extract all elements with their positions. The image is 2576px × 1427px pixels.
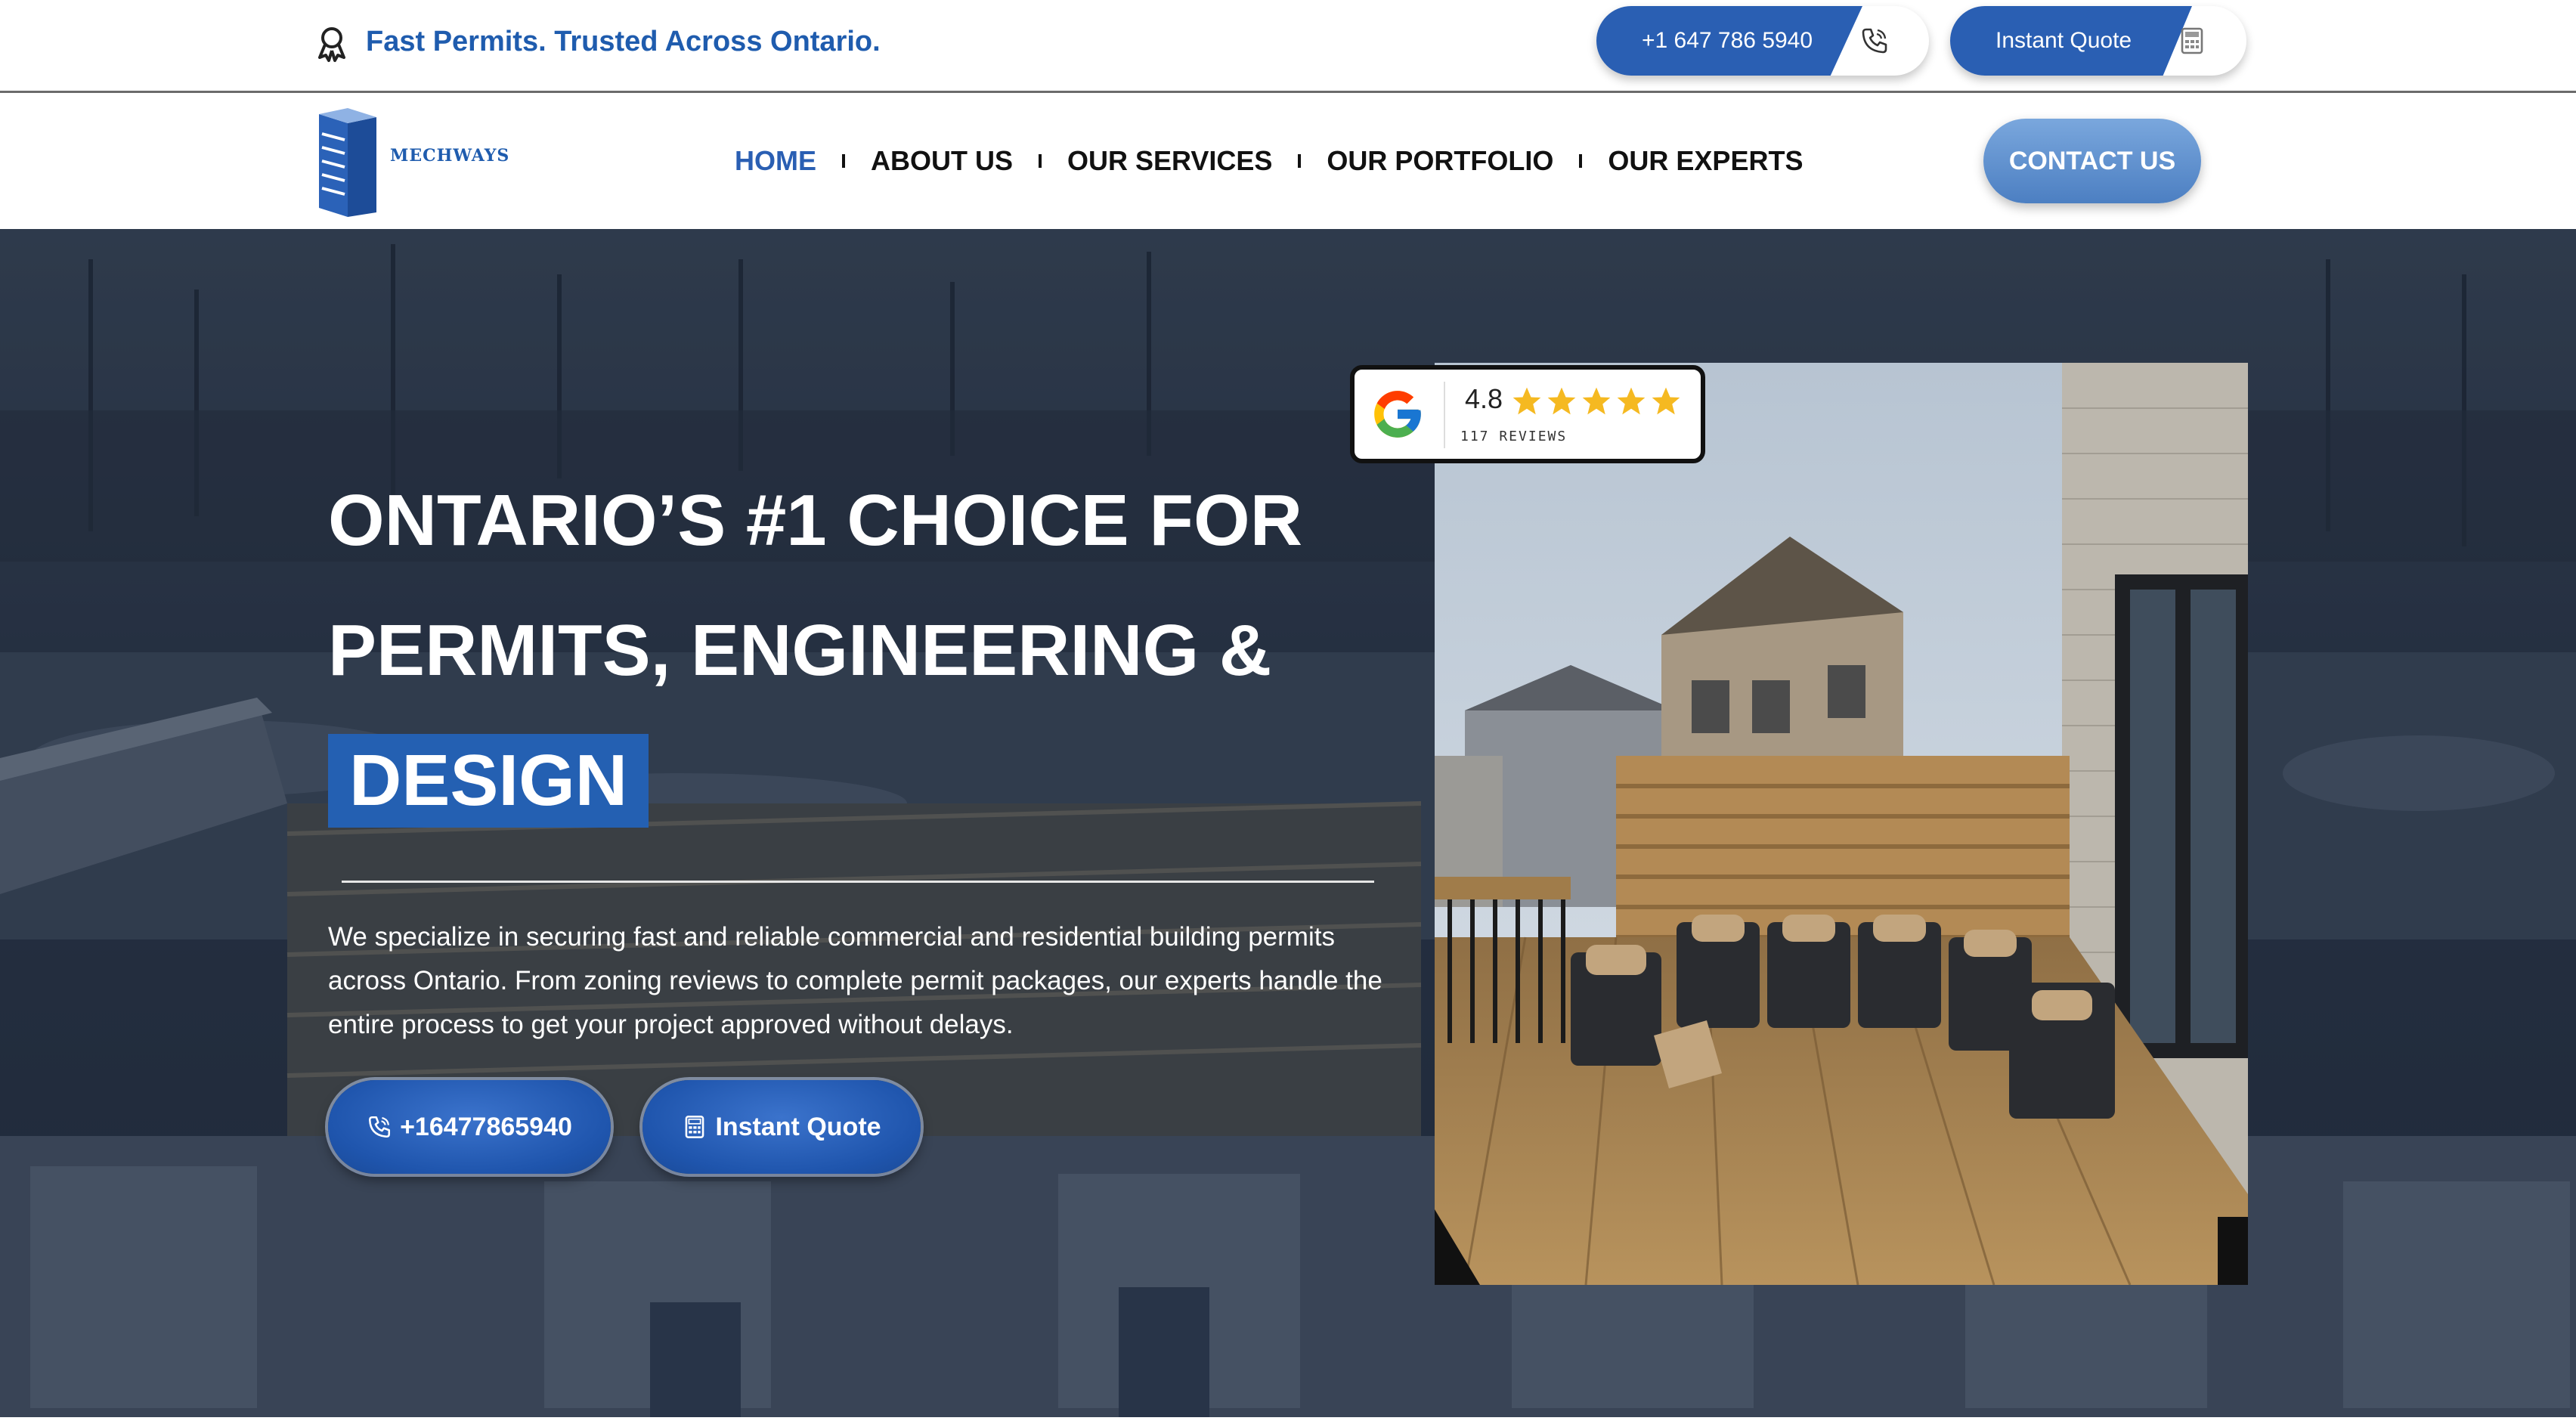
rating-review-count: 117 REVIEWS	[1460, 429, 1568, 444]
nav-separator	[1039, 154, 1042, 168]
top-quote-button[interactable]: Instant Quote	[1950, 6, 2246, 76]
nav-separator	[1579, 154, 1583, 168]
top-bar: Fast Permits. Trusted Across Ontario. +1…	[0, 0, 2576, 93]
top-quote-label: Instant Quote	[1995, 28, 2132, 53]
main-nav: MECHWAYS HOME ABOUT US OUR SERVICES OUR …	[0, 93, 2576, 229]
google-rating-card[interactable]: 4.8 117 REVIEWS	[1350, 365, 1705, 463]
google-logo-icon	[1374, 391, 1421, 438]
hero-title-line-1: ONTARIO’S #1 CHOICE FOR	[328, 480, 1303, 561]
nav-item-home[interactable]: HOME	[735, 145, 816, 177]
phone-icon	[1862, 28, 1887, 54]
nav-item-about-us[interactable]: ABOUT US	[871, 145, 1013, 177]
calculator-icon	[2181, 27, 2203, 54]
nav-item-our-experts[interactable]: OUR EXPERTS	[1608, 145, 1803, 177]
rating-score: 4.8	[1465, 383, 1503, 414]
hero-call-label: +16477865940	[400, 1112, 572, 1141]
star-icon	[1652, 387, 1680, 415]
hero-description: We specialize in securing fast and relia…	[328, 922, 1382, 1039]
rating-stars	[1510, 385, 1684, 421]
logo-text: MECHWAYS	[390, 146, 510, 166]
phone-icon	[369, 1116, 391, 1138]
nav-item-our-portfolio[interactable]: OUR PORTFOLIO	[1327, 145, 1553, 177]
nav-separator	[1298, 154, 1302, 168]
hero-quote-button[interactable]: Instant Quote	[642, 1080, 921, 1174]
hero-title-line-2: PERMITS, ENGINEERING &	[328, 610, 1272, 691]
hero-divider	[342, 881, 1374, 883]
nav-item-our-services[interactable]: OUR SERVICES	[1067, 145, 1272, 177]
hero-section: ONTARIO’S #1 CHOICE FOR PERMITS, ENGINEE…	[0, 229, 2576, 1417]
hero-quote-label: Instant Quote	[715, 1112, 881, 1141]
star-icon	[1512, 387, 1541, 415]
star-icon	[1617, 387, 1646, 415]
contact-us-button[interactable]: CONTACT US	[1983, 119, 2201, 203]
top-phone-label: +1 647 786 5940	[1642, 28, 1813, 53]
nav-menu: HOME ABOUT US OUR SERVICES OUR PORTFOLIO…	[735, 138, 1803, 184]
deck-project-photo	[1435, 363, 2248, 1285]
tagline: Fast Permits. Trusted Across Ontario.	[366, 26, 881, 57]
hero-title: ONTARIO’S #1 CHOICE FOR PERMITS, ENGINEE…	[328, 456, 1302, 846]
star-icon	[1547, 387, 1576, 415]
top-phone-button[interactable]: +1 647 786 5940	[1596, 6, 1929, 76]
star-icon	[1582, 387, 1611, 415]
hero-title-highlight: DESIGN	[328, 734, 649, 828]
page-bottom-strip	[0, 1417, 2576, 1427]
hero-call-button[interactable]: +16477865940	[328, 1080, 611, 1174]
calculator-icon	[686, 1116, 704, 1138]
award-ribbon-icon	[318, 27, 345, 62]
nav-separator	[842, 154, 845, 168]
